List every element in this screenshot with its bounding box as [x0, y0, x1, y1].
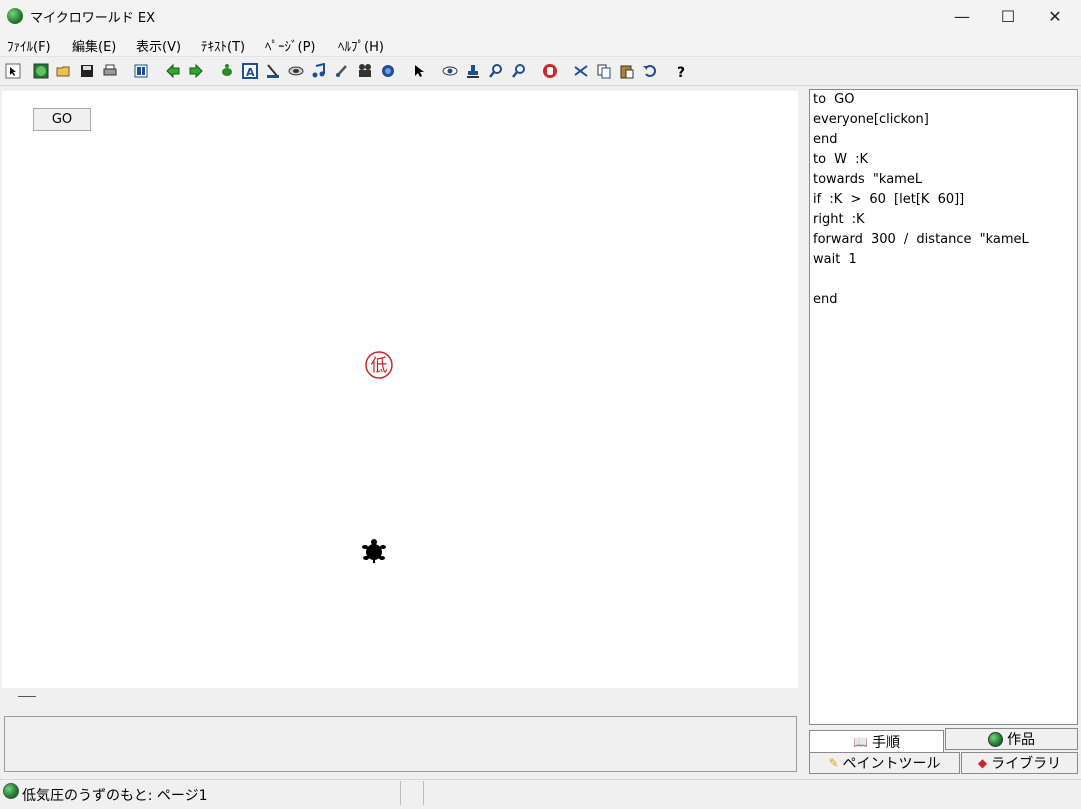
text-box-icon[interactable]: A: [240, 61, 260, 81]
globe-icon: [3, 783, 19, 799]
paint-icon[interactable]: [332, 61, 352, 81]
tab-paint-tools-label: ペイントツール: [842, 756, 941, 772]
button-icon[interactable]: [286, 61, 306, 81]
menu-page[interactable]: ﾍﾟｰｼﾞ(P): [265, 36, 315, 55]
svg-text:A: A: [246, 66, 255, 79]
tab-library-label: ライブラリ: [991, 756, 1062, 772]
tab-works-label: 作品: [1007, 732, 1035, 748]
tab-works[interactable]: 作品: [945, 728, 1078, 750]
page-canvas[interactable]: [2, 91, 798, 688]
toolbar: A ?: [0, 57, 1081, 86]
open-folder-icon[interactable]: [54, 61, 74, 81]
code-line: end: [813, 292, 838, 307]
window-title: マイクロワールド EX: [30, 11, 155, 26]
forward-arrow-icon[interactable]: [186, 61, 206, 81]
zoom-out-icon[interactable]: [509, 61, 529, 81]
menu-view[interactable]: 表示(V): [136, 36, 181, 55]
zoom-in-icon[interactable]: [486, 61, 506, 81]
save-icon[interactable]: [77, 61, 97, 81]
print-icon[interactable]: [100, 61, 120, 81]
cursor-icon[interactable]: [3, 61, 23, 81]
splitter[interactable]: [801, 91, 806, 781]
low-pressure-marker[interactable]: 低: [364, 350, 394, 380]
code-line: towards "kameL: [813, 172, 923, 187]
globe-icon: [988, 731, 1003, 747]
command-center-input[interactable]: [4, 716, 797, 772]
title-bar: マイクロワールド EX — ☐ ✕: [0, 0, 1081, 32]
cut-icon[interactable]: [571, 61, 591, 81]
code-line: forward 300 / distance "kameL: [813, 232, 1029, 247]
close-button[interactable]: ✕: [1032, 0, 1078, 32]
code-line: wait 1: [813, 252, 857, 267]
code-line: end: [813, 132, 838, 147]
code-line: if :K > 60 [let[K 60]]: [813, 192, 965, 207]
status-divider: [400, 781, 401, 805]
code-line: to GO: [813, 92, 855, 107]
tab-library[interactable]: ◆ ライブラリ: [961, 752, 1078, 774]
menu-file[interactable]: ﾌｧｲﾙ(F): [7, 36, 51, 55]
maximize-button[interactable]: ☐: [985, 0, 1031, 32]
turtle-icon[interactable]: [362, 538, 386, 564]
brush-icon: ✎: [828, 756, 839, 770]
clip-icon[interactable]: [378, 61, 398, 81]
tab-procedures[interactable]: 📖 手順: [809, 730, 944, 752]
scroll-dash: [18, 696, 36, 697]
music-icon[interactable]: [309, 61, 329, 81]
paste-icon[interactable]: [617, 61, 637, 81]
menu-edit[interactable]: 編集(E): [72, 36, 116, 55]
world-icon[interactable]: [31, 61, 51, 81]
code-line: everyone[clickon]: [813, 112, 929, 127]
canvas-footer: [2, 688, 798, 710]
go-button[interactable]: GO: [33, 108, 91, 131]
code-line: right :K: [813, 212, 865, 227]
tab-paint-tools[interactable]: ✎ ペイントツール: [809, 752, 960, 774]
pointer-icon[interactable]: [409, 61, 429, 81]
slider-icon[interactable]: [263, 61, 283, 81]
shapes-icon: ◆: [977, 756, 988, 770]
copy-icon[interactable]: [594, 61, 614, 81]
menu-bar: ﾌｧｲﾙ(F) 編集(E) 表示(V) ﾃｷｽﾄ(T) ﾍﾟｰｼﾞ(P) ﾍﾙﾌ…: [0, 32, 1081, 57]
undo-icon[interactable]: [640, 61, 660, 81]
new-turtle-icon[interactable]: [217, 61, 237, 81]
tab-procedures-label: 手順: [871, 734, 900, 751]
code-line: to W :K: [813, 152, 869, 167]
menu-text[interactable]: ﾃｷｽﾄ(T): [201, 36, 245, 55]
status-divider: [423, 781, 424, 805]
book-icon: 📖: [853, 734, 868, 749]
stamp-icon[interactable]: [463, 61, 483, 81]
low-pressure-label: 低: [371, 356, 388, 376]
status-text: 低気圧のうずのもと: ページ1: [22, 788, 208, 804]
stop-icon[interactable]: [540, 61, 560, 81]
minimize-button[interactable]: —: [939, 0, 985, 32]
app-globe-icon: [7, 8, 23, 24]
eye-icon[interactable]: [440, 61, 460, 81]
pages-icon[interactable]: [131, 61, 151, 81]
help-icon[interactable]: ?: [671, 61, 691, 81]
back-arrow-icon[interactable]: [163, 61, 183, 81]
procedures-editor[interactable]: to GO everyone[clickon] end to W :K towa…: [809, 89, 1078, 725]
video-icon[interactable]: [355, 61, 375, 81]
menu-help[interactable]: ﾍﾙﾌﾟ(H): [338, 36, 384, 55]
svg-text:?: ?: [677, 65, 685, 79]
